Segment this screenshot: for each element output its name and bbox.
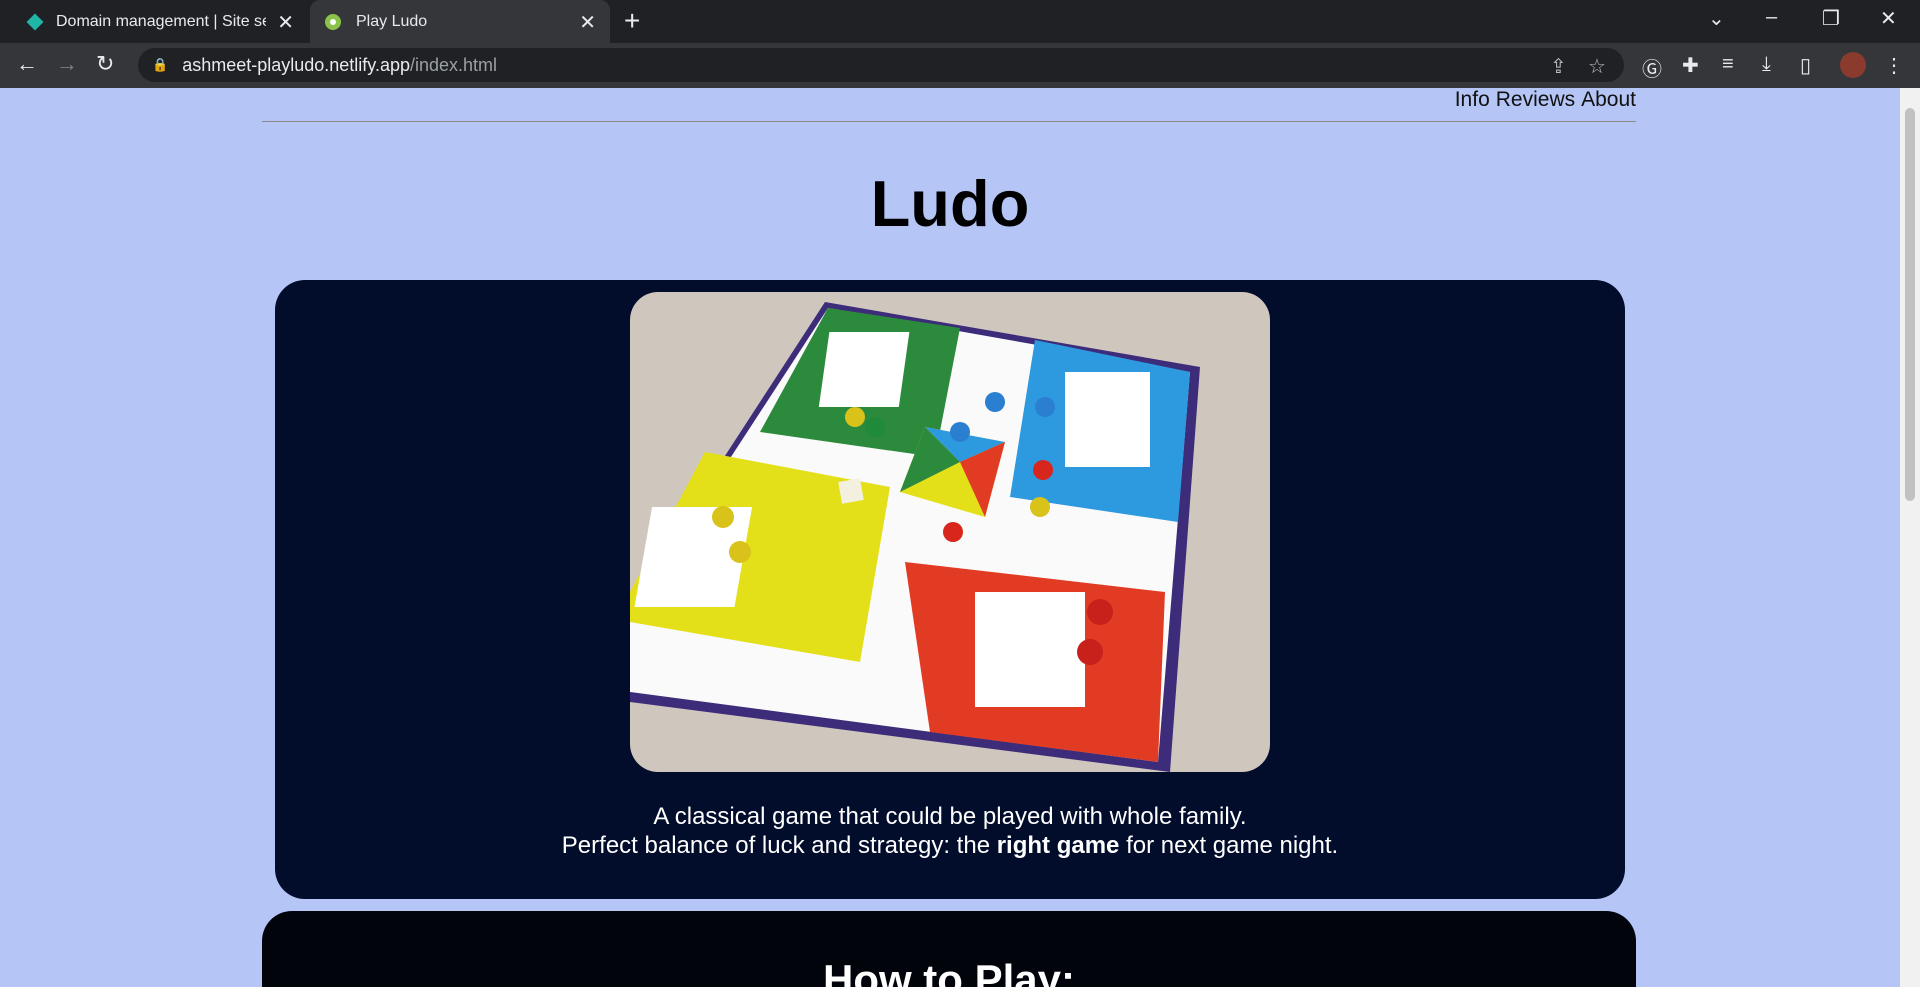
back-button[interactable]: ← — [16, 51, 38, 77]
new-tab-button[interactable]: + — [624, 5, 640, 37]
section-title-how-to-play: How to Play: — [822, 956, 1076, 987]
close-window-button[interactable]: ✕ — [1880, 6, 1897, 31]
caption-line-1: A classical game that could be played wi… — [653, 803, 1247, 830]
share-icon[interactable]: ⇪ — [1550, 54, 1567, 79]
tab-domain-management[interactable]: Domain management | Site settin ✕ — [8, 0, 308, 43]
tab-title: Play Ludo — [356, 12, 428, 30]
ludo-board-image — [630, 292, 1270, 772]
close-icon[interactable]: ✕ — [277, 10, 294, 35]
forward-button[interactable]: → — [56, 51, 78, 77]
restore-button[interactable]: ❐ — [1822, 6, 1840, 31]
download-icon[interactable]: ⤓ — [1762, 53, 1771, 76]
page-viewport: Info Reviews About Ludo A classical game… — [0, 88, 1900, 987]
tab-search-icon[interactable]: ⌄ — [1708, 6, 1725, 31]
browser-toolbar: ← → ↻ 🔒 ashmeet-playludo.netlify.app/ind… — [0, 43, 1920, 88]
how-to-play-card: How to Play: — [262, 911, 1636, 987]
minimize-button[interactable]: – — [1766, 6, 1777, 29]
ludo-favicon-icon — [325, 13, 341, 30]
nav-link-info[interactable]: Info — [1455, 88, 1490, 111]
nav-link-reviews[interactable]: Reviews — [1496, 88, 1575, 111]
nav-link-about[interactable]: About — [1581, 88, 1636, 111]
close-icon[interactable]: ✕ — [579, 10, 596, 35]
top-nav: Info Reviews About — [262, 88, 1636, 122]
caption-bold: right game — [996, 832, 1120, 859]
menu-icon[interactable]: ⋮ — [1884, 53, 1904, 78]
page-title: Ludo — [870, 167, 1030, 240]
reload-button[interactable]: ↻ — [96, 51, 114, 77]
scrollbar[interactable] — [1900, 88, 1920, 987]
side-panel-icon[interactable]: ▯ — [1800, 53, 1811, 78]
intro-caption: A classical game that could be played wi… — [275, 802, 1625, 860]
browser-tab-strip: Domain management | Site settin ✕ Play L… — [0, 0, 1920, 43]
avatar[interactable] — [1840, 52, 1866, 78]
url-text: ashmeet-playludo.netlify.app/index.html — [182, 54, 498, 75]
extensions-icon[interactable]: ✚ — [1682, 53, 1699, 78]
caption-line-2: Perfect balance of luck and strategy: th… — [561, 832, 1339, 859]
lock-icon: 🔒 — [152, 57, 169, 72]
tab-play-ludo[interactable]: Play Ludo ✕ — [310, 0, 610, 43]
media-icon[interactable]: ≡ — [1722, 53, 1734, 76]
grammarly-icon[interactable]: Ⓖ — [1642, 53, 1662, 82]
netlify-icon — [26, 13, 44, 30]
intro-card: A classical game that could be played wi… — [275, 280, 1625, 899]
bookmark-star-icon[interactable]: ☆ — [1588, 54, 1606, 79]
scrollbar-thumb[interactable] — [1905, 108, 1915, 501]
tab-title: Domain management | Site settin — [56, 12, 266, 30]
address-bar[interactable]: 🔒 ashmeet-playludo.netlify.app/index.htm… — [138, 48, 1624, 82]
